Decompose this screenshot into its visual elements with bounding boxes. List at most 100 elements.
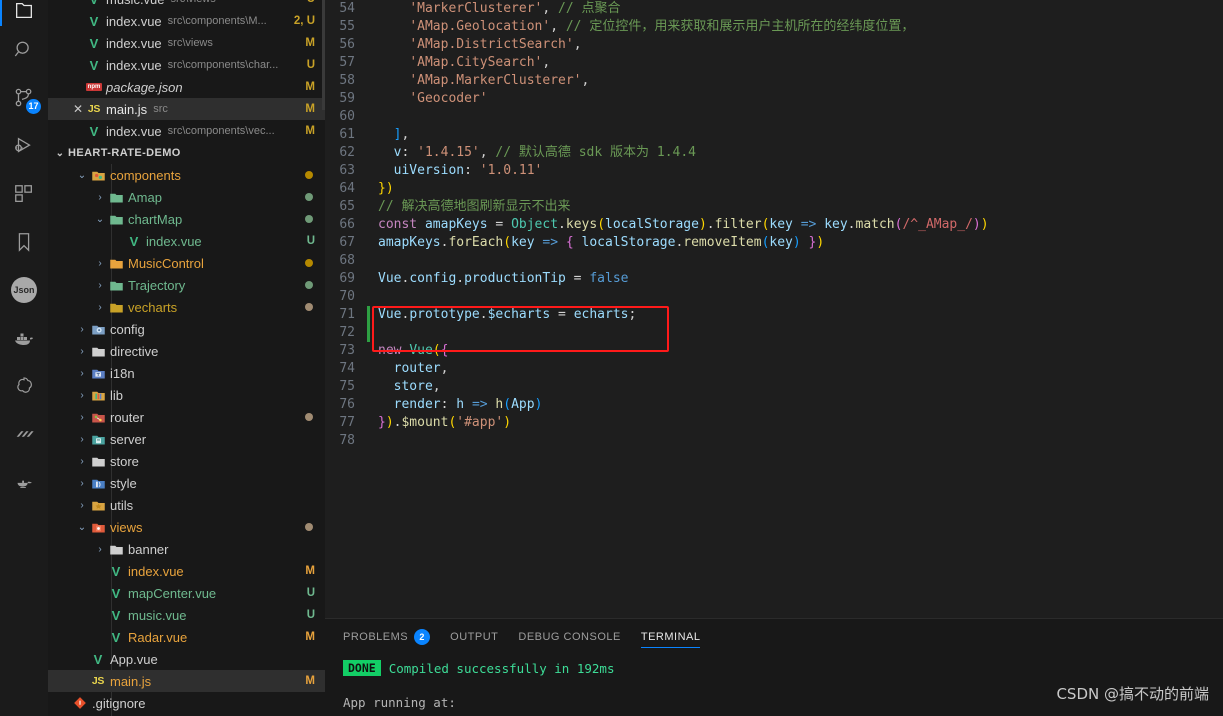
chevron-right-icon[interactable]: ›: [92, 192, 108, 203]
folder-icon: [108, 541, 124, 557]
tree-folder-row[interactable]: ⌄ components: [48, 164, 325, 186]
tree-folder-row[interactable]: › utils: [48, 494, 325, 516]
code-text: router,: [393, 361, 449, 376]
activity-extensions-icon[interactable]: [0, 170, 48, 218]
open-editor-item[interactable]: ✕ JS main.js src M: [48, 98, 325, 120]
folder-icon: [109, 193, 123, 202]
activity-source-control-icon[interactable]: 17: [0, 74, 48, 122]
line-number: 66: [339, 217, 355, 232]
activity-bookmark-icon[interactable]: [0, 218, 48, 266]
open-editor-item[interactable]: Vindex.vue src\components\char... U: [48, 54, 325, 76]
activity-slashes-icon[interactable]: [0, 410, 48, 458]
tree-folder-row[interactable]: › Amap: [48, 186, 325, 208]
tree-folder-row[interactable]: › router: [48, 406, 325, 428]
tree-folder-row[interactable]: › store: [48, 450, 325, 472]
line-number: 56: [339, 37, 355, 52]
tree-folder-row[interactable]: › lib: [48, 384, 325, 406]
folder-icon: [91, 457, 105, 466]
line-number: 58: [339, 73, 355, 88]
activity-openai-icon[interactable]: [0, 362, 48, 410]
tree-folder-row[interactable]: › style: [48, 472, 325, 494]
open-editor-path: src\components\vec...: [167, 125, 275, 137]
chevron-right-icon[interactable]: ›: [74, 434, 90, 445]
chevron-right-icon[interactable]: ›: [74, 346, 90, 357]
tree-folder-row[interactable]: › i18n: [48, 362, 325, 384]
chevron-down-icon[interactable]: ⌄: [92, 214, 108, 225]
activity-run-debug-icon[interactable]: [0, 122, 48, 170]
folder-status-dot: [305, 281, 313, 289]
problems-count-badge: 2: [414, 628, 431, 645]
panel-tab-problems[interactable]: PROBLEMS 2: [333, 619, 440, 654]
tree-folder-row[interactable]: › Trajectory: [48, 274, 325, 296]
vue-file-icon: V: [111, 563, 121, 579]
tree-item-label: Amap: [128, 189, 162, 205]
tree-file-row[interactable]: .gitignore: [48, 692, 325, 714]
code-text: 'AMap.CitySearch',: [409, 55, 551, 70]
code-text: Vue.prototype.$echarts = echarts;: [378, 307, 637, 322]
open-editor-item[interactable]: Vindex.vue src\components\vec... M: [48, 120, 325, 142]
tree-file-row[interactable]: V Radar.vue M: [48, 626, 325, 648]
chevron-right-icon[interactable]: ›: [74, 390, 90, 401]
chevron-right-icon[interactable]: ›: [74, 324, 90, 335]
panel-tab-debug-console[interactable]: DEBUG CONSOLE: [508, 619, 630, 654]
chevron-down-icon[interactable]: ⌄: [74, 170, 90, 181]
vue-file-icon: V: [126, 233, 142, 249]
chevron-right-icon[interactable]: ›: [74, 478, 90, 489]
panel-tab-output[interactable]: OUTPUT: [440, 619, 508, 654]
activity-docker-icon[interactable]: [0, 314, 48, 362]
close-icon[interactable]: ✕: [70, 102, 86, 116]
tree-folder-row[interactable]: › server: [48, 428, 325, 450]
tree-file-row[interactable]: V App.vue: [48, 648, 325, 670]
tree-folder-row[interactable]: › banner: [48, 538, 325, 560]
activity-json-icon[interactable]: Json: [0, 266, 48, 314]
open-editor-item[interactable]: Vmusic.vue src\views U: [48, 0, 325, 10]
activity-explorer-icon[interactable]: [0, 0, 48, 26]
chevron-right-icon[interactable]: ›: [74, 456, 90, 467]
chevron-down-icon[interactable]: ⌄: [74, 522, 90, 533]
open-editor-item[interactable]: npm package.json M: [48, 76, 325, 98]
i18n-folder-icon: [91, 369, 105, 378]
vue-file-icon: V: [108, 585, 124, 601]
chevron-right-icon[interactable]: ›: [92, 302, 108, 313]
vue-file-icon: V: [89, 35, 99, 51]
file-status-badge: U: [306, 609, 315, 621]
line-number: 57: [339, 55, 355, 70]
tree-folder-row[interactable]: › MusicControl: [48, 252, 325, 274]
chevron-right-icon[interactable]: ›: [74, 500, 90, 511]
lib-folder-icon: [90, 387, 106, 403]
folder-status-dot: [305, 259, 313, 267]
line-number: 72: [339, 325, 355, 340]
tree-folder-row[interactable]: › config: [48, 318, 325, 340]
folder-icon: [108, 299, 124, 315]
file-status-badge: U: [306, 587, 315, 599]
file-status-badge: M: [305, 103, 315, 115]
open-editor-item[interactable]: Vindex.vue src\components\M... 2, U: [48, 10, 325, 32]
vue-file-icon: V: [89, 13, 99, 29]
open-editor-path: src\views: [171, 0, 216, 5]
tree-file-row[interactable]: JS main.js M: [48, 670, 325, 692]
tree-item-label: music.vue: [128, 607, 187, 623]
code-text: const amapKeys = Object.keys(localStorag…: [378, 217, 989, 232]
tree-folder-row[interactable]: ⌄ chartMap: [48, 208, 325, 230]
chevron-right-icon[interactable]: ›: [92, 258, 108, 269]
chevron-right-icon[interactable]: ›: [74, 368, 90, 379]
activity-lamp-icon[interactable]: [0, 458, 48, 506]
tree-folder-row[interactable]: ⌄ views: [48, 516, 325, 538]
chevron-right-icon[interactable]: ›: [74, 412, 90, 423]
panel-tab-label: PROBLEMS: [343, 630, 409, 643]
chevron-right-icon[interactable]: ›: [92, 280, 108, 291]
activity-search-icon[interactable]: [0, 26, 48, 74]
open-editor-item[interactable]: Vindex.vue src\views M: [48, 32, 325, 54]
tree-file-row[interactable]: Vindex.vue M: [48, 560, 325, 582]
tree-file-row[interactable]: Vmusic.vue U: [48, 604, 325, 626]
tree-item-label: directive: [110, 343, 159, 359]
code-editor[interactable]: 54 'MarkerClusterer', // 点聚合 55 'AMap.Geo…: [325, 0, 1223, 618]
panel-tab-terminal[interactable]: TERMINAL: [631, 619, 711, 654]
chevron-right-icon[interactable]: ›: [92, 544, 108, 555]
tree-folder-row[interactable]: › directive: [48, 340, 325, 362]
project-section-header[interactable]: ⌄ HEART-RATE-DEMO: [48, 142, 325, 164]
code-line: 66 const amapKeys = Object.keys(localStor…: [325, 216, 1223, 234]
tree-file-row[interactable]: Vindex.vue U: [48, 230, 325, 252]
tree-folder-row[interactable]: › vecharts: [48, 296, 325, 318]
tree-file-row[interactable]: VmapCenter.vue U: [48, 582, 325, 604]
